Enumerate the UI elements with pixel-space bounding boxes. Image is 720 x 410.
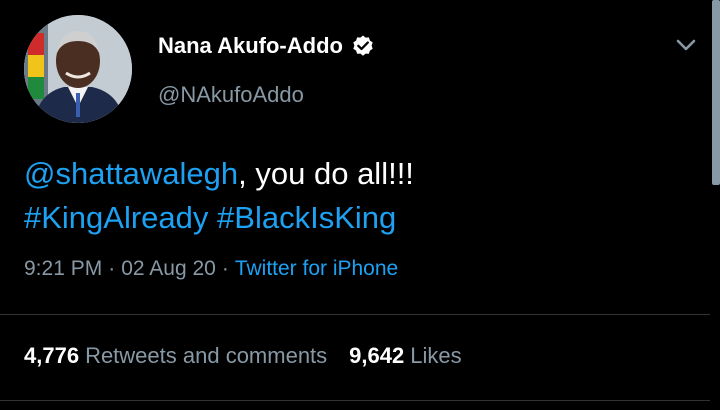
retweets-count: 4,776 bbox=[24, 343, 80, 368]
tweet-stats: 4,776 Retweets and comments 9,642 Likes bbox=[24, 343, 462, 369]
tweet-time[interactable]: 9:21 PM bbox=[24, 257, 102, 280]
meta-separator: · bbox=[108, 257, 116, 280]
hashtag-link-king-already[interactable]: #KingAlready bbox=[24, 200, 208, 235]
verified-badge-icon bbox=[351, 34, 375, 58]
scrollbar-thumb[interactable] bbox=[712, 0, 720, 185]
tweet-source-link[interactable]: Twitter for iPhone bbox=[235, 257, 398, 280]
tweet-text: @shattawalegh, you do all!!! #KingAlread… bbox=[24, 152, 684, 240]
author-name-row[interactable]: Nana Akufo-Addo bbox=[158, 33, 375, 59]
author-display-name[interactable]: Nana Akufo-Addo bbox=[158, 33, 343, 59]
divider bbox=[0, 314, 710, 315]
avatar[interactable] bbox=[24, 15, 132, 123]
tweet-line-1: @shattawalegh, you do all!!! bbox=[24, 152, 684, 196]
meta-separator: · bbox=[221, 257, 229, 280]
tweet-body-text: , you do all!!! bbox=[238, 156, 414, 191]
hashtag-link-black-is-king[interactable]: #BlackIsKing bbox=[217, 200, 396, 235]
likes-label: Likes bbox=[410, 343, 462, 368]
chevron-down-icon[interactable] bbox=[673, 34, 699, 56]
divider bbox=[0, 400, 710, 401]
avatar-photo bbox=[24, 15, 132, 123]
tweet-meta: 9:21 PM · 02 Aug 20 · Twitter for iPhone bbox=[24, 257, 398, 281]
mention-link[interactable]: @shattawalegh bbox=[24, 156, 238, 191]
likes-stat[interactable]: 9,642 Likes bbox=[349, 343, 461, 368]
tweet-date[interactable]: 02 Aug 20 bbox=[121, 257, 216, 280]
likes-count: 9,642 bbox=[349, 343, 405, 368]
retweets-label: Retweets and comments bbox=[85, 343, 328, 368]
tweet-line-2: #KingAlready #BlackIsKing bbox=[24, 196, 684, 240]
author-handle[interactable]: @NAkufoAddo bbox=[158, 82, 304, 108]
retweets-stat[interactable]: 4,776 Retweets and comments bbox=[24, 343, 327, 368]
